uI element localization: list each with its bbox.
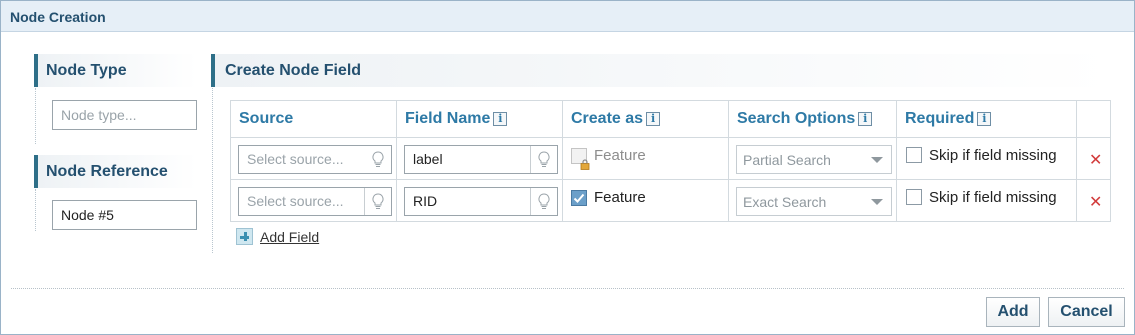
column-header-search-options: Search Options i — [728, 100, 897, 138]
create-node-field-heading-label: Create Node Field — [225, 62, 362, 79]
lock-icon — [580, 157, 590, 173]
source-input[interactable]: Select source... — [238, 187, 392, 216]
fields-table: Source Field Name i Create as i Search Opt… — [230, 100, 1111, 222]
node-type-input[interactable]: Node type... — [52, 100, 197, 130]
source-placeholder: Select source... — [247, 193, 344, 209]
table-row: Select source... RID Feature Exact Searc… — [230, 179, 1111, 222]
lightbulb-icon[interactable] — [364, 146, 391, 173]
divider — [35, 189, 36, 231]
required-label: Skip if field missing — [929, 147, 1057, 164]
column-label: Create as — [571, 110, 644, 127]
chevron-down-icon — [871, 157, 883, 163]
column-header-create-as: Create as i — [562, 100, 729, 138]
search-options-cell: Partial Search — [728, 137, 897, 180]
search-option-value: Exact Search — [743, 194, 827, 210]
search-options-select[interactable]: Partial Search — [736, 145, 892, 174]
dialog-header: Node Creation — [1, 1, 1134, 32]
search-option-value: Partial Search — [743, 152, 831, 168]
actions-cell: ✕ — [1076, 179, 1111, 222]
chevron-down-icon — [871, 199, 883, 205]
column-label: Required — [905, 110, 975, 127]
divider — [212, 88, 213, 253]
divider — [35, 88, 36, 144]
column-label: Field Name — [405, 110, 491, 127]
column-label: Search Options — [737, 110, 856, 127]
node-creation-dialog: Node Creation Node Type Node type... Nod… — [0, 0, 1135, 335]
column-header-field-name: Field Name i — [396, 100, 563, 138]
actions-cell: ✕ — [1076, 137, 1111, 180]
add-field-link[interactable]: Add Field — [236, 228, 319, 245]
lightbulb-icon[interactable] — [530, 146, 557, 173]
lightbulb-icon[interactable] — [364, 188, 391, 215]
lightbulb-icon[interactable] — [530, 188, 557, 215]
field-name-cell: label — [396, 137, 563, 180]
node-type-heading: Node Type — [34, 54, 197, 87]
add-button[interactable]: Add — [986, 297, 1040, 327]
column-header-source: Source — [230, 100, 397, 138]
close-icon[interactable]: ✕ — [1089, 150, 1102, 170]
table-row: Select source... label Feature Partial S… — [230, 137, 1111, 180]
source-cell: Select source... — [230, 137, 397, 180]
field-name-input[interactable]: label — [404, 145, 558, 174]
create-as-label: Feature — [594, 147, 646, 164]
field-name-cell: RID — [396, 179, 563, 222]
field-name-value: RID — [413, 193, 438, 209]
search-options-cell: Exact Search — [728, 179, 897, 222]
field-name-value: label — [413, 151, 443, 167]
column-header-actions — [1076, 100, 1111, 138]
required-checkbox[interactable] — [906, 147, 922, 163]
column-label: Source — [239, 110, 294, 127]
source-cell: Select source... — [230, 179, 397, 222]
required-label: Skip if field missing — [929, 189, 1057, 206]
info-icon[interactable]: i — [646, 112, 661, 126]
info-icon[interactable]: i — [977, 112, 992, 126]
close-icon[interactable]: ✕ — [1089, 192, 1102, 212]
node-reference-heading-label: Node Reference — [46, 163, 168, 180]
add-field-label: Add Field — [260, 228, 320, 245]
create-as-checkbox[interactable] — [571, 190, 587, 206]
info-icon[interactable]: i — [858, 112, 873, 126]
dialog-title: Node Creation — [10, 9, 106, 25]
create-as-cell: Feature — [562, 137, 729, 180]
create-as-cell: Feature — [562, 179, 729, 222]
source-input[interactable]: Select source... — [238, 145, 392, 174]
source-placeholder: Select source... — [247, 151, 344, 167]
node-type-heading-label: Node Type — [46, 62, 127, 79]
cancel-button[interactable]: Cancel — [1048, 297, 1125, 327]
table-header-row: Source Field Name i Create as i Search Opt… — [230, 100, 1111, 138]
footer-divider — [11, 288, 1124, 289]
search-options-select[interactable]: Exact Search — [736, 187, 892, 216]
create-node-field-heading: Create Node Field — [211, 54, 1111, 87]
required-checkbox[interactable] — [906, 189, 922, 205]
column-header-required: Required i — [896, 100, 1077, 138]
required-cell: Skip if field missing — [896, 137, 1077, 180]
create-as-label: Feature — [594, 189, 646, 206]
required-cell: Skip if field missing — [896, 179, 1077, 222]
info-icon[interactable]: i — [493, 112, 508, 126]
node-reference-heading: Node Reference — [34, 155, 197, 188]
checkmark-icon — [573, 193, 585, 203]
field-name-input[interactable]: RID — [404, 187, 558, 216]
plus-icon — [236, 228, 253, 245]
node-reference-input[interactable]: Node #5 — [52, 200, 197, 230]
